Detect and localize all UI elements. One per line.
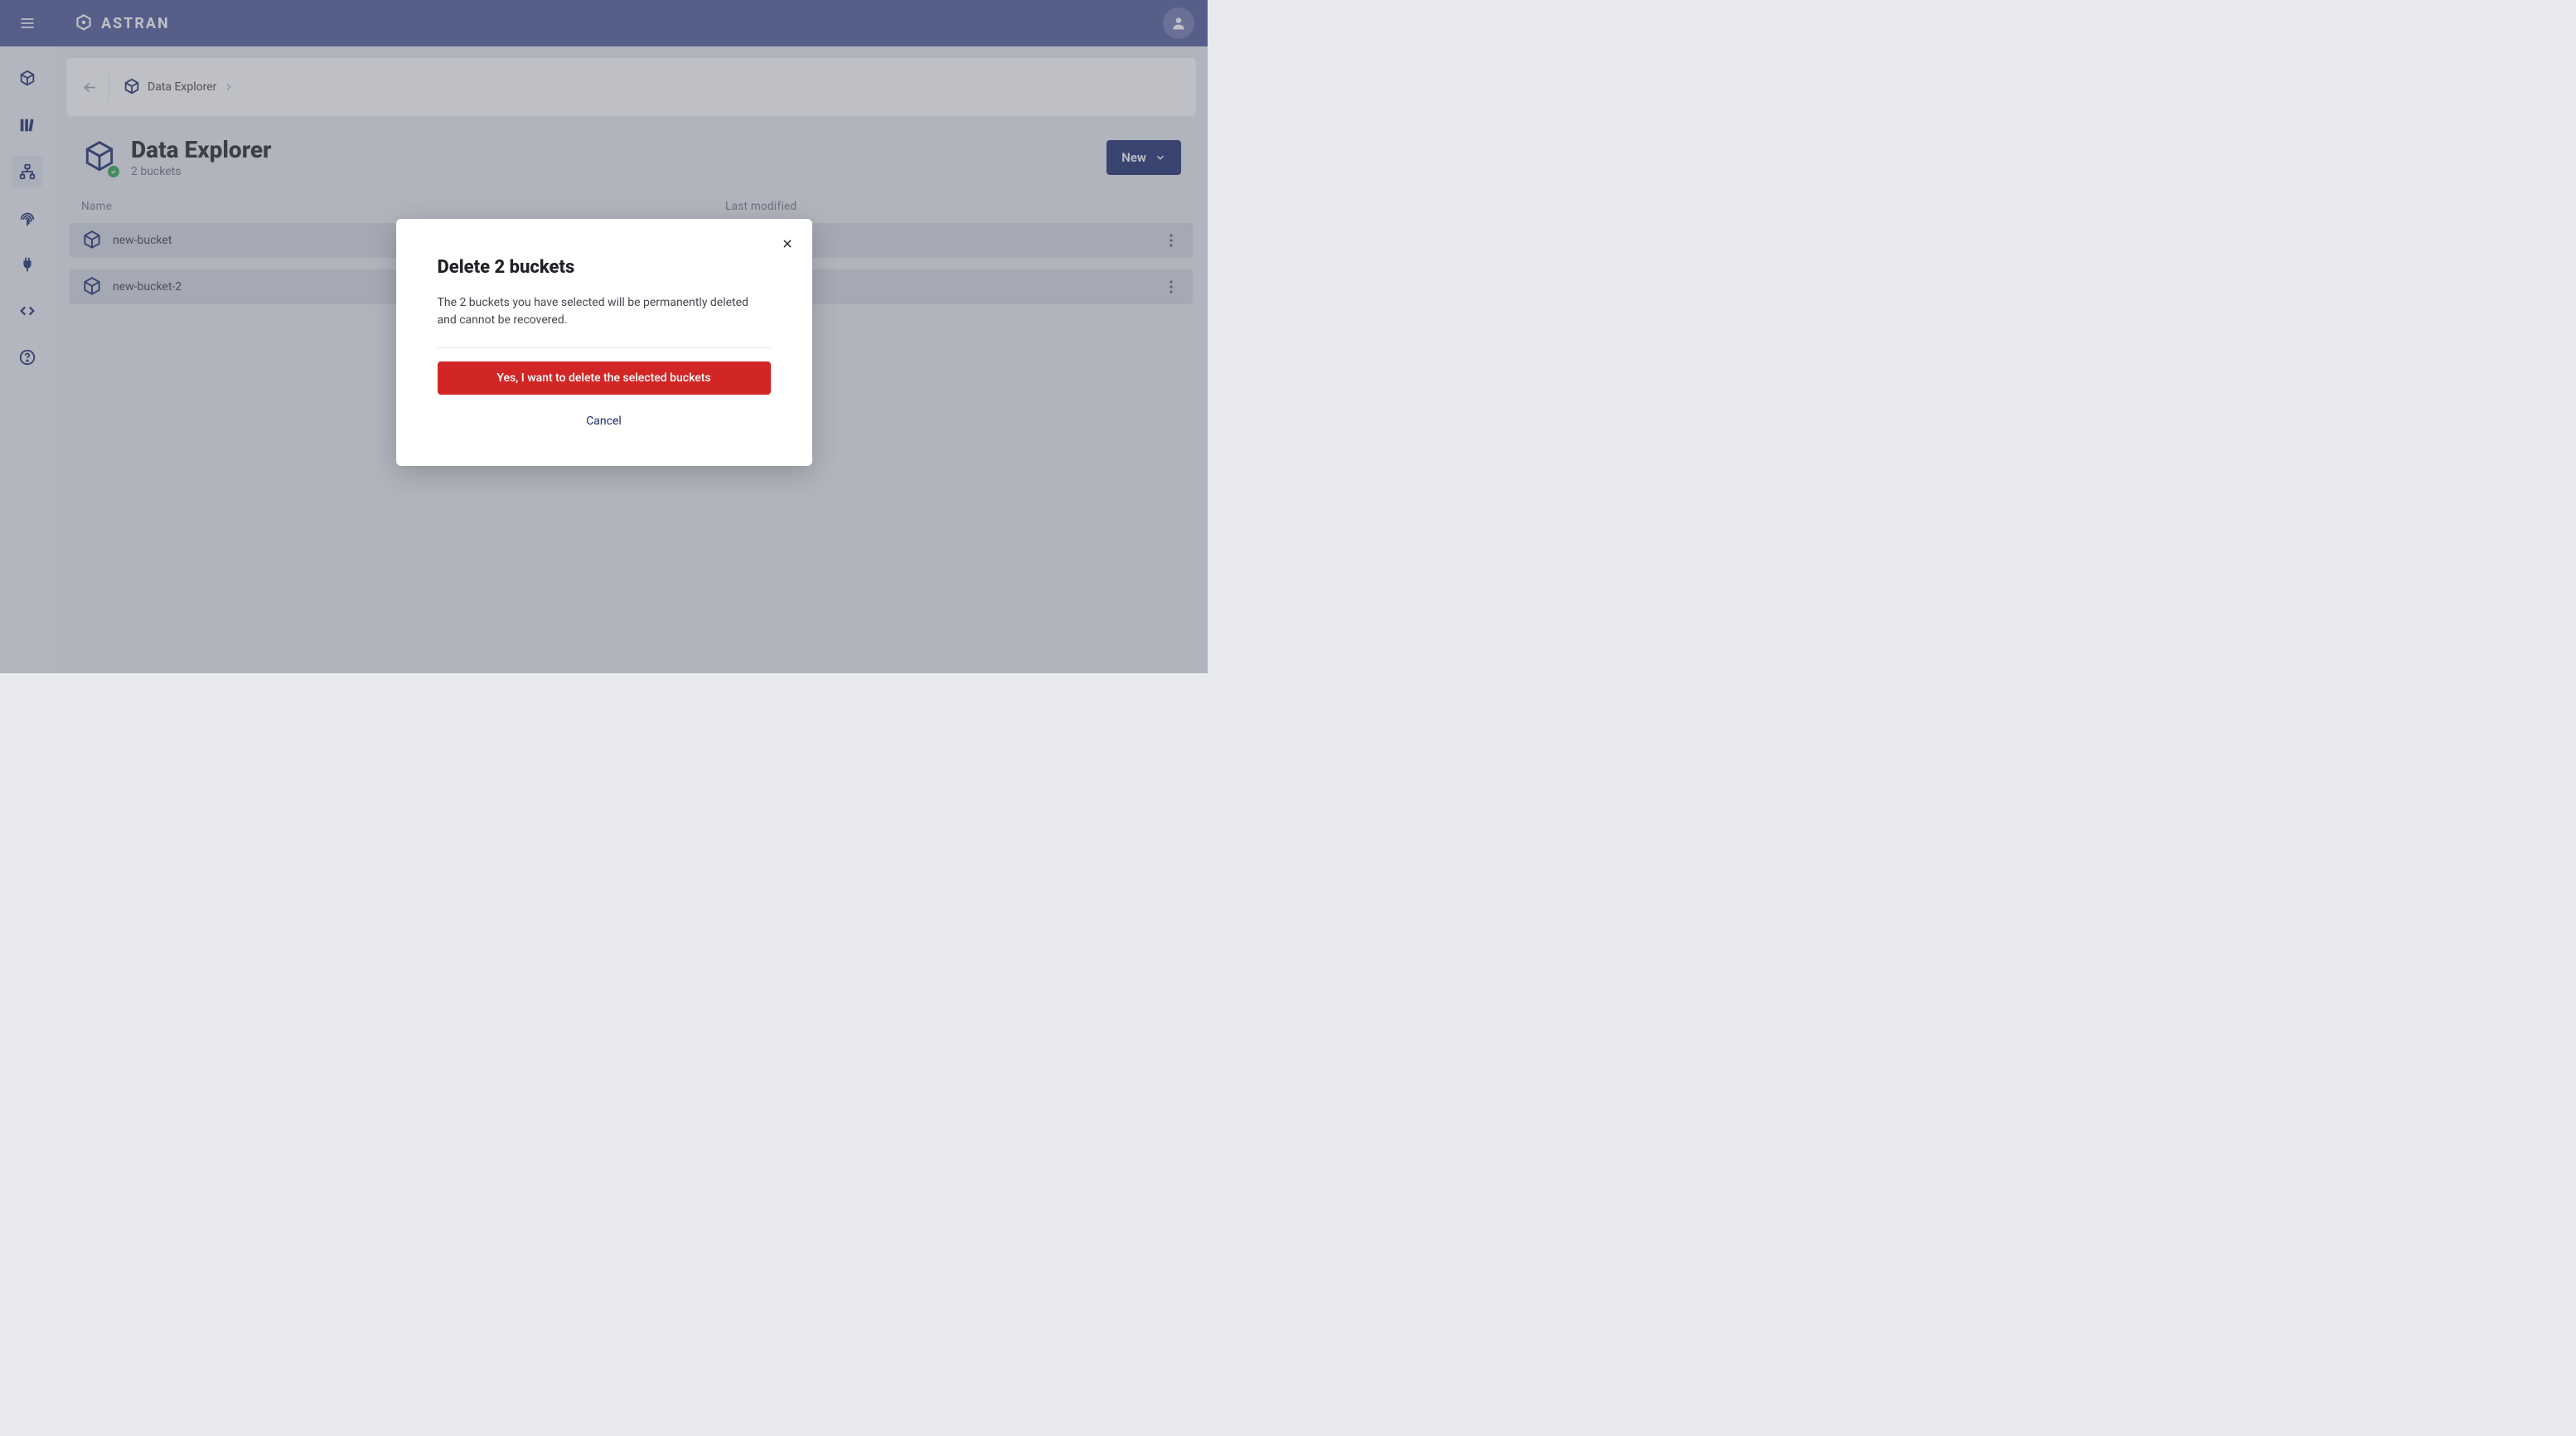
modal-divider [438,347,771,348]
delete-confirm-modal: Delete 2 buckets The 2 buckets you have … [396,219,812,466]
modal-close-button[interactable] [776,232,799,255]
modal-title: Delete 2 buckets [438,257,771,278]
cancel-button[interactable]: Cancel [438,410,771,433]
confirm-delete-button[interactable]: Yes, I want to delete the selected bucke… [438,361,771,395]
modal-overlay[interactable]: Delete 2 buckets The 2 buckets you have … [0,0,1208,673]
close-icon [782,238,793,250]
modal-body: The 2 buckets you have selected will be … [438,294,771,329]
